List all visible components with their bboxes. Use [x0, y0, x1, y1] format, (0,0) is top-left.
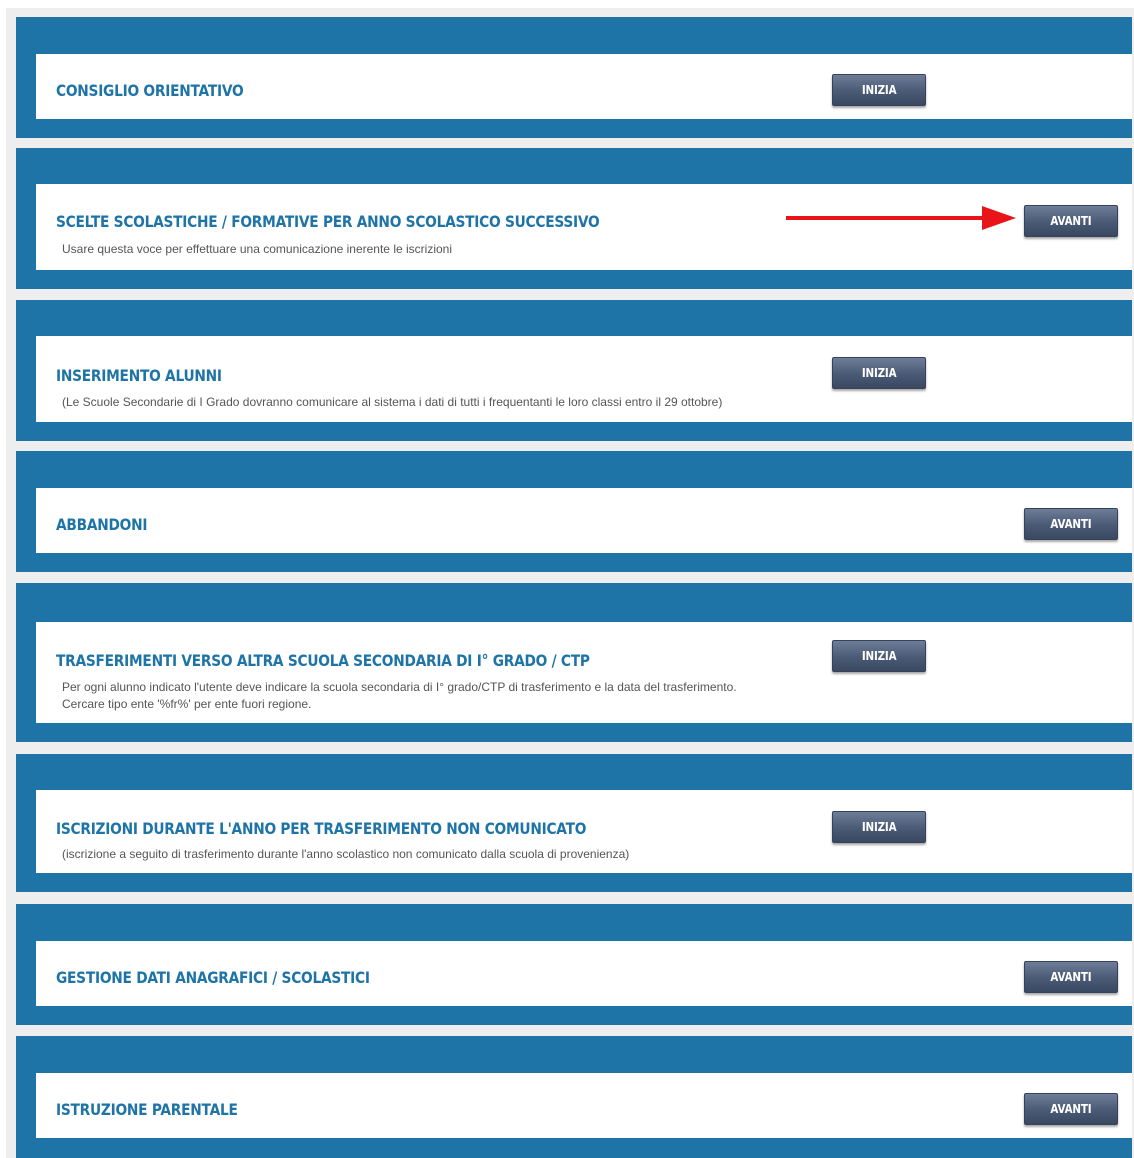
section-title: INSERIMENTO ALUNNI [56, 366, 222, 385]
section-description-line2: Cercare tipo ente '%fr%' per ente fuori … [62, 697, 312, 711]
section-title: SCELTE SCOLASTICHE / FORMATIVE PER ANNO … [56, 212, 600, 231]
red-arrow-icon [786, 206, 1016, 230]
section-title: ISTRUZIONE PARENTALE [56, 1100, 238, 1119]
section-description: Per ogni alunno indicato l'utente deve i… [62, 680, 737, 694]
section-inserimento-alunni: INSERIMENTO ALUNNI (Le Scuole Secondarie… [16, 300, 1132, 441]
section-description: (Le Scuole Secondarie di I Grado dovrann… [62, 395, 723, 409]
inizia-button-iscrizioni[interactable]: INIZIA [832, 811, 926, 843]
section-title: ABBANDONI [56, 515, 148, 534]
avanti-button-abbandoni[interactable]: AVANTI [1024, 508, 1118, 540]
section-trasferimenti: TRASFERIMENTI VERSO ALTRA SCUOLA SECONDA… [16, 583, 1132, 742]
section-iscrizioni-durante-anno: ISCRIZIONI DURANTE L'ANNO PER TRASFERIME… [16, 754, 1132, 892]
section-title: ISCRIZIONI DURANTE L'ANNO PER TRASFERIME… [56, 819, 587, 838]
section-card: INSERIMENTO ALUNNI (Le Scuole Secondarie… [36, 336, 1132, 422]
section-title: CONSIGLIO ORIENTATIVO [56, 81, 244, 100]
inizia-button-inserimento[interactable]: INIZIA [832, 357, 926, 389]
arrow-head [982, 206, 1016, 230]
section-card: ABBANDONI [36, 488, 1132, 553]
section-card: ISCRIZIONI DURANTE L'ANNO PER TRASFERIME… [36, 790, 1132, 873]
section-abbandoni: ABBANDONI [16, 451, 1132, 572]
section-description: Usare questa voce per effettuare una com… [62, 242, 452, 256]
avanti-button-scelte[interactable]: AVANTI [1024, 205, 1118, 237]
inizia-button-consiglio[interactable]: INIZIA [832, 74, 926, 106]
section-title: GESTIONE DATI ANAGRAFICI / SCOLASTICI [56, 968, 370, 987]
section-card: GESTIONE DATI ANAGRAFICI / SCOLASTICI [36, 941, 1132, 1006]
section-consiglio-orientativo: CONSIGLIO ORIENTATIVO [16, 17, 1132, 138]
section-istruzione-parentale: ISTRUZIONE PARENTALE [16, 1036, 1132, 1158]
section-title: TRASFERIMENTI VERSO ALTRA SCUOLA SECONDA… [56, 651, 590, 670]
avanti-button-gestione[interactable]: AVANTI [1024, 961, 1118, 993]
section-card: CONSIGLIO ORIENTATIVO [36, 54, 1132, 119]
section-card: ISTRUZIONE PARENTALE [36, 1073, 1132, 1138]
section-description: (iscrizione a seguito di trasferimento d… [62, 847, 630, 861]
inizia-button-trasferimenti[interactable]: INIZIA [832, 640, 926, 672]
section-card: TRASFERIMENTI VERSO ALTRA SCUOLA SECONDA… [36, 622, 1132, 723]
avanti-button-istruzione[interactable]: AVANTI [1024, 1093, 1118, 1125]
section-gestione-dati: GESTIONE DATI ANAGRAFICI / SCOLASTICI [16, 904, 1132, 1025]
